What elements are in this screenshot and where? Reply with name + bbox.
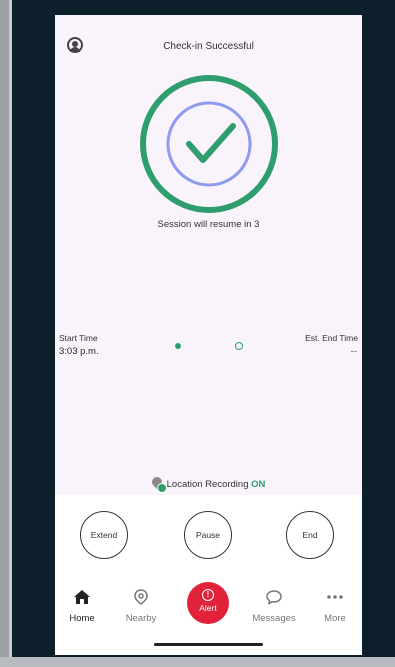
progress-dot-filled	[175, 343, 181, 349]
nav-home-label: Home	[69, 613, 95, 624]
page-title: Check-in Successful	[163, 41, 254, 52]
end-time-value: --	[350, 346, 357, 357]
extend-button[interactable]: Extend	[80, 511, 128, 559]
nav-nearby[interactable]: Nearby	[116, 588, 166, 624]
alert-button[interactable]: ! Alert	[187, 582, 229, 624]
home-icon	[74, 590, 90, 604]
message-bubble-icon	[266, 590, 282, 605]
session-actions: Extend Pause End	[55, 495, 362, 580]
nav-nearby-label: Nearby	[125, 613, 157, 624]
location-pin-icon	[149, 474, 167, 493]
nav-messages-label: Messages	[252, 613, 296, 624]
nav-more[interactable]: More	[310, 588, 360, 624]
phone-screen: Check-in Successful Session will resume …	[55, 15, 362, 655]
start-time-value: 3:03 p.m.	[59, 346, 99, 357]
alert-exclamation-icon: !	[202, 589, 214, 601]
progress-dot-empty	[235, 342, 243, 350]
alert-label: Alert	[199, 603, 217, 613]
nav-more-label: More	[324, 613, 346, 624]
location-recording-status: Location Recording ON	[55, 474, 362, 493]
nav-home[interactable]: Home	[57, 588, 107, 624]
home-indicator	[154, 643, 263, 646]
nav-messages[interactable]: Messages	[249, 588, 299, 624]
check-success-icon	[140, 75, 278, 213]
nearby-pin-icon	[134, 589, 148, 605]
resume-countdown-text: Session will resume in 3	[157, 219, 260, 230]
location-state: ON	[251, 479, 266, 490]
pause-button[interactable]: Pause	[184, 511, 232, 559]
more-dots-icon	[327, 595, 343, 599]
end-button[interactable]: End	[286, 511, 334, 559]
end-time-label: Est. End Time	[305, 333, 358, 343]
device-left-bezel	[0, 0, 12, 667]
device-bottom-bezel	[0, 657, 395, 667]
location-label: Location Recording	[166, 479, 249, 490]
start-time-label: Start Time	[59, 333, 98, 343]
